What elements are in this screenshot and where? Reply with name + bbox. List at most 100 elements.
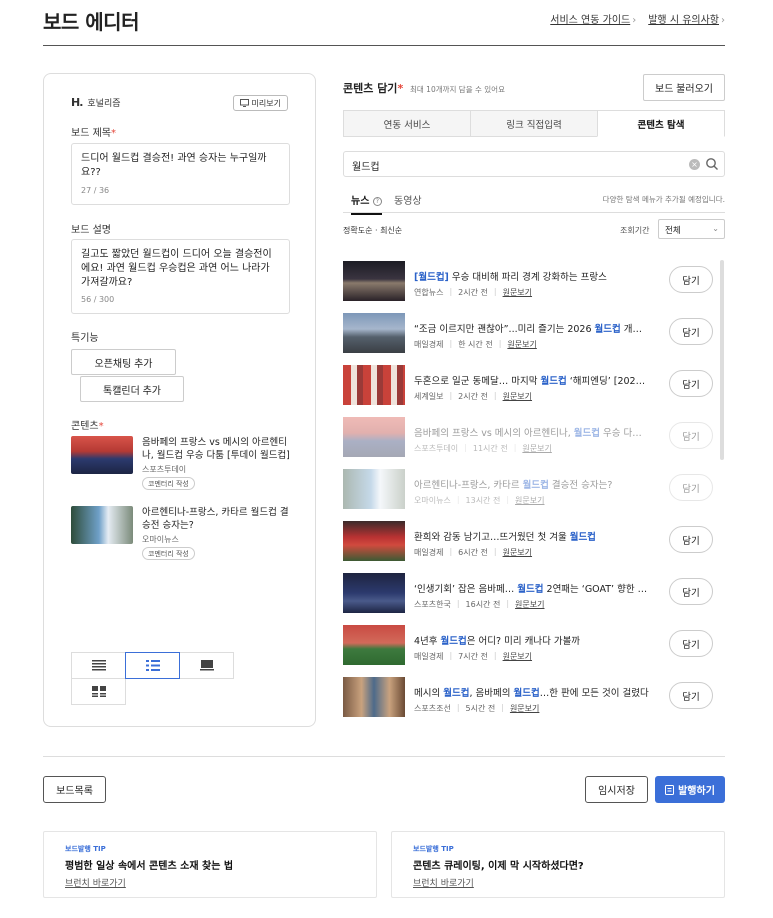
add-content-button[interactable]: 담기 bbox=[669, 578, 713, 605]
document-icon bbox=[665, 784, 675, 795]
content-item[interactable]: 아르헨티나-프랑스, 카타르 월드컵 결승전 승자는? 오마이뉴스 코멘터리 작… bbox=[71, 506, 293, 566]
add-content-button[interactable]: 담기 bbox=[669, 474, 713, 501]
meta-separator: | bbox=[506, 495, 510, 504]
news-thumbnail bbox=[343, 313, 405, 353]
news-title-keyword: 월드컵 bbox=[573, 428, 601, 439]
header-links: 서비스 연동 가이드 발행 시 유의사항 bbox=[550, 11, 725, 26]
period-select[interactable]: 전체 ⌄ bbox=[658, 219, 725, 239]
meta-separator: | bbox=[456, 599, 460, 608]
board-title-input[interactable]: 드디어 월드컵 결승전! 과연 승자는 누구일까요?? 27 / 36 bbox=[71, 143, 290, 205]
news-item: [월드컵] 우승 대비해 파리 경계 강화하는 프랑스 연합뉴스 | 2시간 전 | 원… bbox=[343, 261, 715, 303]
contents-label-text: 콘텐츠 bbox=[71, 421, 99, 432]
features-label: 특기능 bbox=[71, 333, 99, 344]
tab-content-explore[interactable]: 콘텐츠 탐색 bbox=[597, 110, 725, 137]
period-label: 조회기간 bbox=[620, 226, 650, 235]
brand-logo-icon: H. bbox=[71, 96, 83, 109]
meta-separator: | bbox=[456, 495, 460, 504]
news-title-text: 결승전 승자는? bbox=[548, 480, 613, 491]
tip-tag: 보드발행 TIP bbox=[413, 845, 454, 853]
subtab-video[interactable]: 동영상 bbox=[394, 192, 422, 213]
original-link[interactable]: 원문보기 bbox=[515, 495, 544, 506]
original-link[interactable]: 원문보기 bbox=[503, 547, 532, 558]
publish-notice-link[interactable]: 발행 시 유의사항 bbox=[648, 11, 725, 26]
add-content-button[interactable]: 담기 bbox=[669, 526, 713, 553]
layout-list-button[interactable] bbox=[71, 652, 126, 679]
original-link[interactable]: 원문보기 bbox=[503, 391, 532, 402]
tab-direct-link[interactable]: 링크 직접입력 bbox=[470, 110, 598, 137]
preview-button[interactable]: 미리보기 bbox=[232, 95, 288, 111]
news-title-text: 개최지 bbox=[620, 324, 649, 335]
original-link[interactable]: 원문보기 bbox=[522, 443, 551, 454]
board-list-button[interactable]: 보드목록 bbox=[43, 776, 106, 803]
load-board-button[interactable]: 보드 불러오기 bbox=[643, 74, 725, 101]
add-content-button[interactable]: 담기 bbox=[669, 682, 713, 709]
news-thumbnail bbox=[343, 417, 405, 457]
layout-card-button[interactable] bbox=[179, 652, 234, 679]
write-commentary-button[interactable]: 코멘터리 작성 bbox=[142, 477, 195, 490]
news-title-text: ‘인생기회’ 잡은 음바페… bbox=[414, 584, 518, 595]
content-thumbnail bbox=[71, 506, 133, 544]
original-link[interactable]: 원문보기 bbox=[507, 339, 536, 350]
news-title-text: “조금 이르지만 괜찮아”...미리 즐기는 2026 bbox=[414, 324, 595, 335]
clear-icon[interactable]: × bbox=[689, 159, 700, 170]
news-time: 13시간 전 bbox=[465, 496, 501, 505]
board-title-label: 보드 제목* bbox=[71, 124, 116, 139]
original-link[interactable]: 원문보기 bbox=[515, 599, 544, 610]
add-content-button[interactable]: 담기 bbox=[669, 422, 713, 449]
meta-separator: | bbox=[493, 547, 497, 556]
add-content-button[interactable]: 담기 bbox=[669, 266, 713, 293]
chevron-down-icon: ⌄ bbox=[712, 224, 719, 233]
content-item[interactable]: 음바페의 프랑스 vs 메시의 아르헨티나, 월드컵 우승 다툼 [투데이 월드… bbox=[71, 436, 293, 496]
news-title: 4년후 월드컵은 어디? 미리 캐나다 가볼까 bbox=[414, 633, 649, 647]
news-title-keyword: 월드컵 bbox=[522, 480, 549, 491]
news-title-keyword: 월드컵 bbox=[540, 376, 567, 387]
grid-icon bbox=[91, 686, 106, 697]
original-link[interactable]: 원문보기 bbox=[503, 651, 532, 662]
content-source: 스포츠투데이 bbox=[142, 465, 187, 474]
original-link[interactable]: 원문보기 bbox=[503, 287, 532, 298]
original-link[interactable]: 원문보기 bbox=[510, 703, 539, 714]
meta-separator: | bbox=[449, 391, 453, 400]
brunch-link[interactable]: 브런치 바로가기 bbox=[65, 876, 126, 889]
brunch-link[interactable]: 브런치 바로가기 bbox=[413, 876, 474, 889]
news-thumbnail bbox=[343, 573, 405, 613]
meta-separator: | bbox=[501, 703, 504, 712]
required-mark: * bbox=[98, 421, 104, 432]
meta-separator: | bbox=[493, 287, 497, 296]
news-title-text: ‘해피엔딩’ [2022 … bbox=[566, 376, 649, 387]
period-value: 전체 bbox=[665, 226, 681, 236]
board-desc-counter: 56 / 300 bbox=[81, 295, 115, 304]
meta-separator: | bbox=[456, 703, 460, 712]
news-title-keyword: 월드컵 bbox=[513, 688, 540, 699]
talk-calendar-add-button[interactable]: 톡캘린더 추가 bbox=[80, 376, 184, 402]
tab-linked-service[interactable]: 연동 서비스 bbox=[343, 110, 471, 137]
search-icon[interactable] bbox=[705, 157, 719, 171]
layout-grid-button[interactable] bbox=[71, 678, 126, 705]
service-guide-link[interactable]: 서비스 연동 가이드 bbox=[550, 11, 636, 26]
news-title-keyword: 월드컵 bbox=[569, 532, 596, 543]
footer-divider bbox=[43, 756, 725, 757]
add-content-button[interactable]: 담기 bbox=[669, 318, 713, 345]
add-content-button[interactable]: 담기 bbox=[669, 370, 713, 397]
subtab-news[interactable]: 뉴스 ? bbox=[351, 192, 382, 215]
meta-separator: | bbox=[449, 547, 453, 556]
monitor-icon bbox=[239, 99, 249, 107]
news-item: “조금 이르지만 괜찮아”...미리 즐기는 2026 월드컵 개최지 매일경제… bbox=[343, 313, 715, 355]
write-commentary-button[interactable]: 코멘터리 작성 bbox=[142, 547, 195, 560]
board-desc-input[interactable]: 길고도 짧았던 월드컵이 드디어 오늘 결승전이에요! 과연 월드컵 우승컵은 … bbox=[71, 239, 290, 314]
news-source: 매일경제 bbox=[414, 548, 444, 557]
meta-separator: | bbox=[464, 443, 467, 452]
news-title-text: 4년후 bbox=[414, 636, 441, 647]
news-time: 7시간 전 bbox=[458, 652, 488, 661]
search-input[interactable] bbox=[352, 157, 672, 173]
open-chat-add-button[interactable]: 오픈채팅 추가 bbox=[71, 349, 176, 375]
news-list-scrollbar[interactable] bbox=[720, 260, 724, 460]
source-tabs: 연동 서비스 링크 직접입력 콘텐츠 탐색 bbox=[343, 110, 725, 137]
publish-button[interactable]: 발행하기 bbox=[655, 776, 725, 803]
add-content-button[interactable]: 담기 bbox=[669, 630, 713, 657]
temp-save-button[interactable]: 임시저장 bbox=[585, 776, 648, 803]
sort-options[interactable]: 정확도순 · 최신순 bbox=[343, 225, 402, 236]
news-title: 아르헨티나-프랑스, 카타르 월드컵 결승전 승자는? bbox=[414, 477, 649, 491]
news-thumbnail bbox=[343, 625, 405, 665]
layout-thumb-list-button[interactable] bbox=[125, 652, 180, 679]
